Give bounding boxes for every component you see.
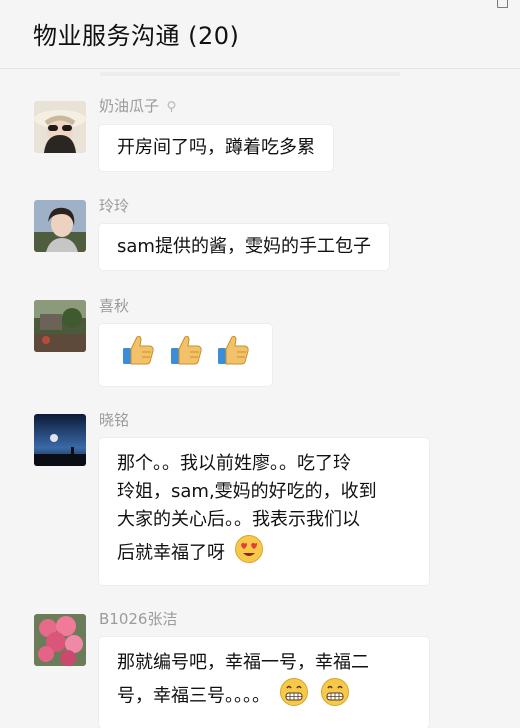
message-bubble[interactable]: 开房间了吗，蹲着吃多累 [99,125,333,171]
grinning-face-icon [279,677,309,716]
location-pin-icon [167,101,176,112]
thumbs-up-icon [120,332,156,376]
message-line: 号，幸福三号。。。。 [117,685,270,707]
sender-name: 奶油瓜子 [99,97,160,115]
maximize-button[interactable]: □ [496,0,509,10]
message-line: 那就编号吧，幸福一号，幸福二 [117,652,369,673]
previous-message-edge [100,72,400,76]
message-bubble[interactable]: 那就编号吧，幸福一号，幸福二 号，幸福三号。。。。 [99,637,429,728]
grinning-face-icon [320,677,350,716]
message-bubble[interactable]: sam提供的酱，雯妈的手工包子 [99,224,389,270]
sender-name: 玲玲 [99,197,130,215]
avatar[interactable] [34,101,86,153]
message-line: 玲姐，sam,雯妈的好吃的，收到 [117,481,377,502]
message-line: 那个。。我以前姓廖。。吃了玲 [117,453,351,474]
avatar[interactable] [34,414,86,466]
sender-name: 喜秋 [99,297,130,315]
message-bubble[interactable]: 那个。。我以前姓廖。。吃了玲 玲姐，sam,雯妈的好吃的，收到 大家的关心后。。… [99,438,429,585]
message-line: 大家的关心后。。我表示我们以 [117,509,360,530]
chat-title: 物业服务沟通 (20) [33,22,240,50]
message-line-row: 号，幸福三号。。。。 [117,677,411,716]
thumbs-up-icon [215,332,251,376]
sender-name-row: 奶油瓜子 [99,95,176,116]
heart-eyes-face-icon [234,534,264,573]
sender-name: 晓铭 [99,411,130,429]
chat-header: 物业服务沟通 (20) − □ [0,0,520,69]
avatar[interactable] [34,300,86,352]
thumbs-up-icon [168,332,204,376]
message-bubble[interactable] [99,324,273,386]
minimize-button[interactable]: − [403,0,415,6]
avatar[interactable] [34,614,86,666]
sender-name: B1026张洁 [99,610,178,628]
message-line-row: 后就幸福了呀 [117,534,411,573]
avatar[interactable] [34,200,86,252]
message-line: 后就幸福了呀 [117,542,225,564]
